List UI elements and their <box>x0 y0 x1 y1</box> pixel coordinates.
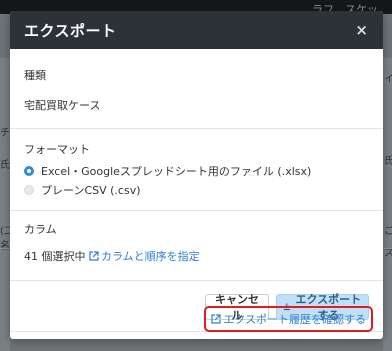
background-right-label: ス <box>384 248 392 259</box>
close-button[interactable]: × <box>355 22 368 38</box>
format-option-label: プレーンCSV (.csv) <box>41 184 141 197</box>
background-left-panel <box>0 58 10 351</box>
format-option-xlsx[interactable]: Excel・Googleスプレッドシート用のファイル (.xlsx) <box>24 163 369 179</box>
background-right-label: イ <box>384 74 392 85</box>
radio-selected[interactable] <box>24 166 34 176</box>
dialog-body: 種類 宅配買取ケース フォーマット Excel・Googleスプレッドシート用の… <box>10 49 383 280</box>
type-label: 種類 <box>24 69 46 82</box>
column-row: 41 個選択中 カラムと順序を指定 <box>24 248 369 264</box>
export-dialog: エクスポート × 種類 宅配買取ケース フォーマット Excel・Googleス… <box>10 11 383 339</box>
dialog-header: エクスポート × <box>10 11 383 49</box>
selected-column-count: 41 個選択中 <box>24 250 86 263</box>
column-order-link-text: カラムと順序を指定 <box>101 250 200 263</box>
format-option-label: Excel・Googleスプレッドシート用のファイル (.xlsx) <box>41 165 312 178</box>
column-label: カラム <box>24 223 57 236</box>
background-right-panel <box>383 58 392 351</box>
export-history-link-text: エクスポート履歴を確認する <box>223 313 366 326</box>
background-divider <box>0 248 10 249</box>
background-left-label: 氏 <box>0 160 10 171</box>
dialog-title: エクスポート <box>24 21 117 40</box>
export-history-link[interactable]: エクスポート履歴を確認する <box>204 306 373 332</box>
format-label: フォーマット <box>24 143 90 156</box>
type-value: 宅配買取ケース <box>24 99 101 112</box>
external-link-icon <box>211 314 221 324</box>
column-order-link[interactable]: カラムと順序を指定 <box>89 250 200 263</box>
background-divider <box>383 248 392 249</box>
radio-unselected[interactable] <box>24 185 34 195</box>
external-link-icon <box>89 251 99 261</box>
background-right-label: 氏 <box>384 156 392 167</box>
background-left-label: チ <box>0 128 10 139</box>
format-option-csv[interactable]: プレーンCSV (.csv) <box>24 182 369 198</box>
background-right-label: ご <box>384 226 392 237</box>
